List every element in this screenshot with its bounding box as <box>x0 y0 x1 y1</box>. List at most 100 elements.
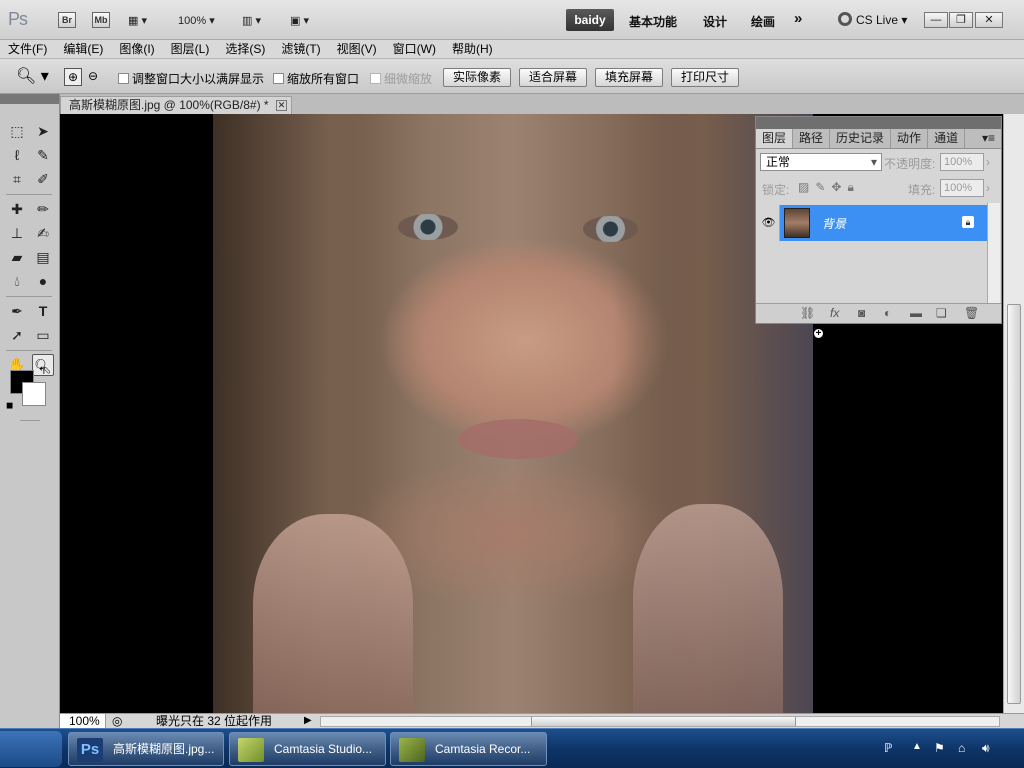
taskbar-item-photoshop[interactable]: Ps 高斯模糊原图.jpg... <box>68 732 224 766</box>
brush-tool-icon[interactable]: ✏ <box>32 198 54 220</box>
network-icon[interactable]: ⌂ <box>958 741 965 755</box>
menu-filter[interactable]: 滤镜(T) <box>273 40 328 58</box>
taskbar-item-camtasia-studio[interactable]: Camtasia Studio... <box>229 732 386 766</box>
panel-menu-icon[interactable]: ▾≡ <box>976 129 1001 148</box>
move-tool-icon[interactable]: ➤ <box>32 120 54 142</box>
eraser-tool-icon[interactable]: ▰ <box>6 246 28 268</box>
arrange-documents-button[interactable]: ▥ ▾ <box>242 12 261 30</box>
print-size-button[interactable]: 打印尺寸 <box>671 68 739 87</box>
status-zoom-field[interactable]: 100% <box>60 714 106 729</box>
actual-pixels-button[interactable]: 实际像素 <box>443 68 511 87</box>
workspace-design[interactable]: 设计 <box>703 13 727 30</box>
menu-image[interactable]: 图像(I) <box>111 40 162 58</box>
tab-history[interactable]: 历史记录 <box>830 129 892 148</box>
language-bar-icon[interactable]: ℙ <box>884 741 892 755</box>
volume-icon[interactable]: 🔊︎ <box>982 741 990 756</box>
blur-tool-icon[interactable]: 💧︎ <box>6 270 28 292</box>
status-menu-arrow-icon[interactable]: ▶ <box>304 714 312 728</box>
zoom-in-icon[interactable]: ⊕ <box>64 68 82 86</box>
path-selection-tool-icon[interactable]: ➚ <box>6 324 28 346</box>
fill-arrow-icon[interactable]: › <box>986 181 990 195</box>
horizontal-scroll-thumb[interactable] <box>531 717 796 726</box>
close-button[interactable]: ✕ <box>975 12 1003 28</box>
new-group-icon[interactable]: ▬ <box>910 306 922 320</box>
tab-paths[interactable]: 路径 <box>793 129 831 148</box>
workspace-essentials[interactable]: 基本功能 <box>629 13 677 30</box>
swap-colors-icon[interactable]: ↰ <box>38 366 46 377</box>
link-layers-icon[interactable]: ⛓ <box>800 306 815 320</box>
layers-scrollbar[interactable] <box>987 203 1000 303</box>
blend-mode-select[interactable]: 正常 ▾ <box>760 153 882 171</box>
fill-screen-button[interactable]: 填充屏幕 <box>595 68 663 87</box>
visibility-eye-icon[interactable]: 👁︎ <box>758 205 780 241</box>
document-tab[interactable]: 高斯模糊原图.jpg @ 100%(RGB/8#) * ✕ <box>60 96 292 114</box>
view-extras-button[interactable]: ▦ ▾ <box>128 12 147 30</box>
new-layer-icon[interactable]: ❏ <box>936 306 947 320</box>
workspace-baidy[interactable]: baidy <box>566 9 614 31</box>
adjustment-layer-icon[interactable]: ◐ <box>884 306 891 320</box>
lock-icons[interactable]: ▨✎✥🔒︎ <box>798 180 860 195</box>
pen-tool-icon[interactable]: ✒ <box>6 300 28 322</box>
zoom-all-windows-checkbox[interactable]: 缩放所有窗口 <box>273 70 359 87</box>
resize-windows-checkbox[interactable]: 调整窗口大小以满屏显示 <box>118 70 264 87</box>
quick-selection-tool-icon[interactable]: ✎ <box>32 144 54 166</box>
dodge-tool-icon[interactable]: ● <box>32 270 54 292</box>
zoom-level-dropdown[interactable]: 100% ▾ <box>178 12 215 30</box>
workspace-painting[interactable]: 绘画 <box>751 13 775 30</box>
marquee-tool-icon[interactable]: ⬚ <box>6 120 28 142</box>
bridge-button[interactable]: Br <box>58 12 76 28</box>
lasso-tool-icon[interactable]: ℓ <box>6 144 28 166</box>
fill-field[interactable]: 100% <box>940 179 984 197</box>
document-image[interactable] <box>213 114 813 713</box>
status-info-icon[interactable]: ◎ <box>112 714 122 728</box>
action-center-icon[interactable]: ⚑ <box>934 741 945 755</box>
healing-brush-tool-icon[interactable]: ✚ <box>6 198 28 220</box>
minimize-button[interactable]: — <box>924 12 948 28</box>
tools-panel-header[interactable] <box>0 94 59 104</box>
opacity-arrow-icon[interactable]: › <box>986 155 990 169</box>
background-color-swatch[interactable] <box>22 382 46 406</box>
layer-style-icon[interactable]: fx <box>830 306 839 320</box>
cs-live-button[interactable]: CS Live ▾ <box>838 12 907 27</box>
menu-edit[interactable]: 编辑(E) <box>55 40 111 58</box>
history-brush-tool-icon[interactable]: ✍ <box>32 222 54 244</box>
more-workspaces-button[interactable]: » <box>794 10 802 27</box>
layer-row-background[interactable]: 👁︎ 背景 🔒︎ <box>758 205 988 241</box>
show-hidden-icons-icon[interactable]: ▲ <box>912 741 922 752</box>
fit-screen-button[interactable]: 适合屏幕 <box>519 68 587 87</box>
gradient-tool-icon[interactable]: ▤ <box>32 246 54 268</box>
tab-actions[interactable]: 动作 <box>891 129 929 148</box>
type-tool-icon[interactable]: T <box>32 300 54 322</box>
delete-layer-icon[interactable]: 🗑︎ <box>964 306 979 320</box>
menu-select[interactable]: 选择(S) <box>217 40 273 58</box>
tab-channels[interactable]: 通道 <box>928 129 966 148</box>
scrubby-zoom-checkbox[interactable]: 细微缩放 <box>370 70 432 87</box>
add-mask-icon[interactable]: ◙ <box>858 306 865 320</box>
screen-mode-button[interactable]: ▣ ▾ <box>290 12 309 30</box>
zoom-tool-preset-icon[interactable]: 🔍︎ ▾ <box>16 66 49 86</box>
status-bar: 100% ◎ 曝光只在 32 位起作用 ▶ <box>60 713 1024 729</box>
eyedropper-tool-icon[interactable]: ✐ <box>32 168 54 190</box>
menu-help[interactable]: 帮助(H) <box>444 40 501 58</box>
zoom-out-icon[interactable]: ⊖ <box>84 68 102 86</box>
close-tab-icon[interactable]: ✕ <box>276 100 287 111</box>
vertical-scrollbar[interactable] <box>1003 114 1024 728</box>
layers-panel-header[interactable] <box>756 117 1001 129</box>
crop-tool-icon[interactable]: ⌗ <box>6 168 28 190</box>
shape-tool-icon[interactable]: ▭ <box>32 324 54 346</box>
camtasia-recorder-icon <box>399 738 425 762</box>
clone-stamp-tool-icon[interactable]: ⊥ <box>6 222 28 244</box>
menu-layer[interactable]: 图层(L) <box>163 40 218 58</box>
default-colors-icon[interactable]: ◼ <box>6 400 13 411</box>
start-button[interactable] <box>0 731 62 767</box>
tab-layers[interactable]: 图层 <box>756 129 794 148</box>
maximize-button[interactable]: ❐ <box>949 12 973 28</box>
vertical-scroll-thumb[interactable] <box>1007 304 1021 704</box>
opacity-field[interactable]: 100% <box>940 153 984 171</box>
menu-view[interactable]: 视图(V) <box>329 40 385 58</box>
taskbar-item-camtasia-recorder[interactable]: Camtasia Recor... <box>390 732 547 766</box>
menu-window[interactable]: 窗口(W) <box>385 40 444 58</box>
mini-bridge-button[interactable]: Mb <box>92 12 110 28</box>
horizontal-scrollbar[interactable] <box>320 716 1000 727</box>
menu-file[interactable]: 文件(F) <box>0 40 55 58</box>
